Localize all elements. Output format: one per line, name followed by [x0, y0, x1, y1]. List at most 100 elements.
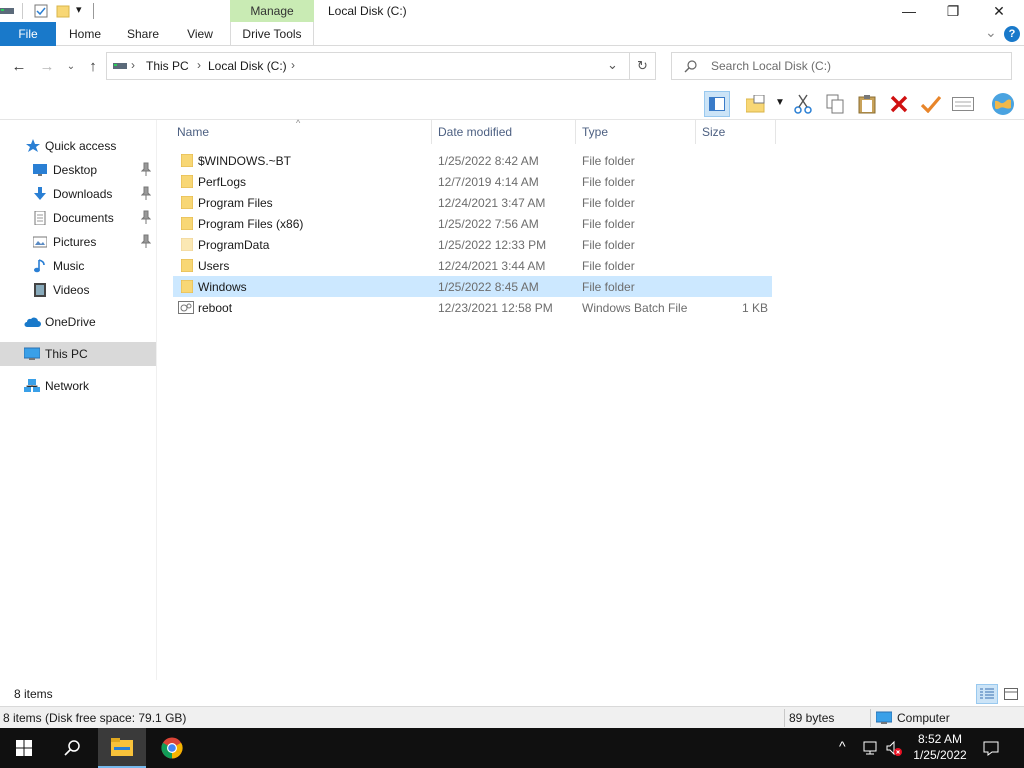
- nav-item-desktop[interactable]: Desktop: [0, 158, 156, 182]
- file-row-programdata[interactable]: ProgramData 1/25/2022 12:33 PM File fold…: [173, 234, 772, 255]
- column-header-date[interactable]: Date modified: [432, 120, 576, 144]
- pin-icon[interactable]: [141, 210, 151, 224]
- breadcrumb-this-pc[interactable]: This PC: [146, 59, 189, 73]
- divider: [870, 709, 871, 727]
- nav-label: Pictures: [53, 235, 97, 249]
- address-bar[interactable]: › This PC › Local Disk (C:) › ⌄ ↻: [106, 52, 656, 80]
- file-row-perflogs[interactable]: PerfLogs 12/7/2019 4:14 AM File folder: [173, 171, 772, 192]
- folder-icon: [181, 259, 193, 272]
- file-row-program-files[interactable]: Program Files 12/24/2021 3:47 AM File fo…: [173, 192, 772, 213]
- drive-icon[interactable]: [0, 4, 14, 18]
- nav-item-network[interactable]: Network: [0, 374, 156, 398]
- new-folder-icon[interactable]: [56, 4, 70, 18]
- file-row-windows-bt[interactable]: $WINDOWS.~BT 1/25/2022 8:42 AM File fold…: [173, 150, 772, 171]
- action-center-icon[interactable]: [983, 740, 999, 756]
- new-folder-button[interactable]: [744, 91, 770, 117]
- large-icons-view-button[interactable]: [1000, 684, 1022, 704]
- nav-label: Quick access: [45, 139, 117, 153]
- file-date: 1/25/2022 7:56 AM: [438, 217, 539, 231]
- window-title: Local Disk (C:): [328, 4, 407, 18]
- system-clock[interactable]: 8:52 AM 1/25/2022: [908, 731, 972, 763]
- network-icon: [24, 379, 40, 392]
- column-header-type[interactable]: Type: [576, 120, 696, 144]
- toolbar: ▼: [0, 88, 1024, 120]
- close-button[interactable]: ✕: [976, 0, 1022, 22]
- file-name: reboot: [198, 301, 233, 315]
- chrome-icon: [161, 737, 183, 759]
- volume-muted-icon[interactable]: [886, 740, 902, 756]
- tab-home[interactable]: Home: [58, 22, 112, 46]
- address-dropdown-icon[interactable]: ⌄: [607, 57, 618, 73]
- pin-icon[interactable]: [141, 162, 151, 176]
- file-date: 12/7/2019 4:14 AM: [438, 175, 539, 189]
- tab-view[interactable]: View: [174, 22, 226, 46]
- file-type: File folder: [582, 259, 635, 273]
- file-date: 1/25/2022 8:42 AM: [438, 154, 539, 168]
- pin-icon[interactable]: [141, 186, 151, 200]
- nav-item-this-pc[interactable]: This PC: [0, 342, 156, 366]
- search-box[interactable]: Search Local Disk (C:): [671, 52, 1012, 80]
- properties-button[interactable]: [950, 91, 976, 117]
- file-row-reboot[interactable]: reboot 12/23/2021 12:58 PM Windows Batch…: [173, 297, 772, 318]
- cut-button[interactable]: [790, 91, 816, 117]
- start-button[interactable]: [0, 728, 48, 768]
- copy-button[interactable]: [822, 91, 848, 117]
- folder-icon: [181, 154, 193, 167]
- breadcrumb-local-disk[interactable]: Local Disk (C:): [208, 59, 287, 73]
- navigation-pane: Quick access Desktop Downloads Documents…: [0, 120, 157, 680]
- file-name: Program Files (x86): [198, 217, 304, 231]
- status-bar: 8 items: [0, 684, 1024, 704]
- dropdown-icon[interactable]: ▼: [775, 97, 785, 108]
- file-name: PerfLogs: [198, 175, 247, 189]
- network-tray-icon[interactable]: [862, 740, 878, 756]
- nav-item-downloads[interactable]: Downloads: [0, 182, 156, 206]
- chevron-right-icon[interactable]: ›: [291, 58, 295, 72]
- preview-pane-button[interactable]: [704, 91, 730, 117]
- folder-icon: [181, 280, 193, 293]
- delete-button[interactable]: [886, 91, 912, 117]
- column-header-size[interactable]: Size: [696, 120, 776, 144]
- file-row-users[interactable]: Users 12/24/2021 3:44 AM File folder: [173, 255, 772, 276]
- forward-button[interactable]: →: [38, 58, 56, 76]
- ribbon-expand-icon[interactable]: ⌄: [985, 24, 997, 41]
- search-button[interactable]: [48, 728, 96, 768]
- show-hidden-icons-icon[interactable]: ^: [839, 738, 846, 754]
- scissors-icon: [794, 94, 812, 114]
- nav-item-music[interactable]: Music: [0, 254, 156, 278]
- folder-options-icon: [746, 95, 765, 113]
- rename-button[interactable]: [918, 91, 944, 117]
- back-button[interactable]: ←: [10, 58, 28, 76]
- column-header-name[interactable]: Name: [171, 120, 432, 144]
- qat-dropdown-icon[interactable]: ▾: [76, 3, 82, 16]
- copy-icon: [826, 94, 844, 114]
- chrome-taskbar-button[interactable]: [148, 728, 196, 768]
- tab-drive-tools[interactable]: Drive Tools: [230, 22, 314, 46]
- paste-button[interactable]: [854, 91, 880, 117]
- refresh-icon[interactable]: ↻: [637, 58, 648, 74]
- nav-label: Downloads: [53, 187, 113, 201]
- chevron-right-icon[interactable]: ›: [197, 58, 201, 72]
- pin-icon[interactable]: [141, 234, 151, 248]
- details-bar: 8 items (Disk free space: 79.1 GB) 89 by…: [0, 706, 1024, 728]
- nav-item-videos[interactable]: Videos: [0, 278, 156, 302]
- web-button[interactable]: [990, 91, 1016, 117]
- file-row-program-files-x86[interactable]: Program Files (x86) 1/25/2022 7:56 AM Fi…: [173, 213, 772, 234]
- nav-item-onedrive[interactable]: OneDrive: [0, 310, 156, 334]
- details-view-button[interactable]: [976, 684, 998, 704]
- help-icon[interactable]: ?: [1004, 26, 1020, 42]
- minimize-button[interactable]: —: [886, 0, 932, 22]
- tab-file[interactable]: File: [0, 22, 56, 46]
- properties-icon[interactable]: [34, 4, 48, 18]
- nav-item-pictures[interactable]: Pictures: [0, 230, 156, 254]
- search-input[interactable]: Search Local Disk (C:): [711, 59, 831, 73]
- nav-item-quick-access[interactable]: Quick access: [0, 134, 156, 158]
- chevron-right-icon[interactable]: ›: [131, 58, 135, 72]
- taskbar: ^ 8:52 AM 1/25/2022: [0, 728, 1024, 768]
- tab-share[interactable]: Share: [116, 22, 170, 46]
- file-explorer-taskbar-button[interactable]: [98, 728, 146, 768]
- nav-item-documents[interactable]: Documents: [0, 206, 156, 230]
- file-row-windows[interactable]: Windows 1/25/2022 8:45 AM File folder: [173, 276, 772, 297]
- restore-button[interactable]: ❐: [930, 0, 976, 22]
- recent-locations-button[interactable]: ⌄: [62, 58, 80, 76]
- up-button[interactable]: ↑: [84, 58, 102, 76]
